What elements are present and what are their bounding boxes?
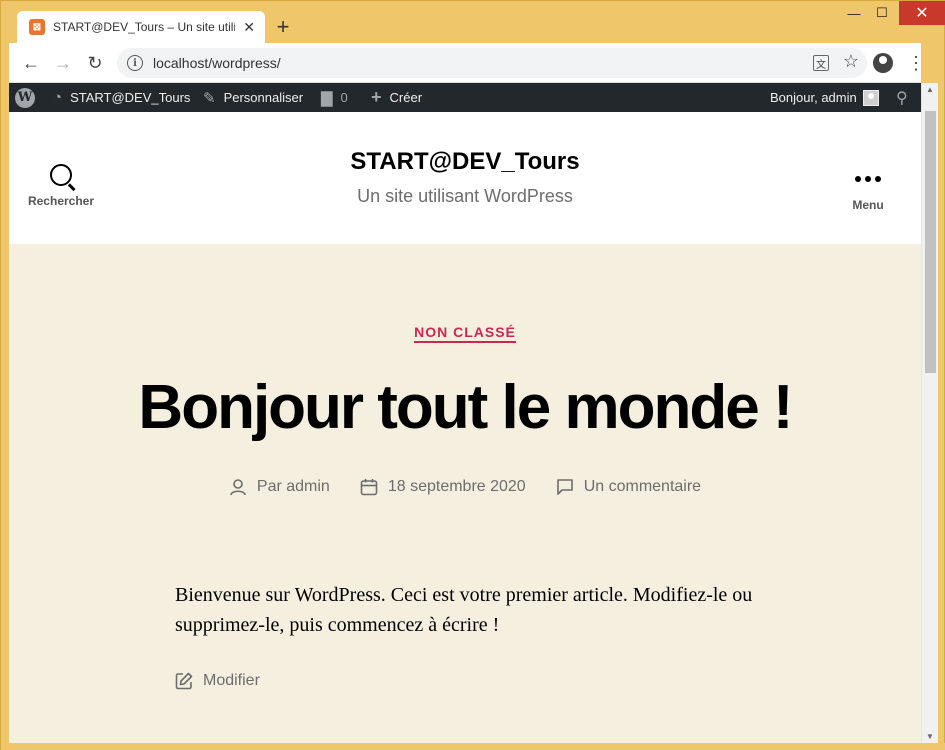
comment-icon (556, 479, 573, 495)
edit-post-link[interactable]: Modifier (175, 672, 260, 690)
tab-title: START@DEV_Tours – Un site utili (53, 20, 236, 34)
adminbar-comments-count: 0 (340, 90, 348, 105)
back-arrow-icon[interactable]: ← (19, 51, 43, 75)
menu-toggle-label: Menu (852, 198, 884, 212)
post-author[interactable]: Par admin (229, 478, 330, 496)
person-icon (230, 479, 246, 496)
window-bottom-border (1, 743, 945, 750)
wordpress-logo-icon[interactable]: W (15, 83, 35, 112)
window-maximize-button[interactable]: ☐ (867, 1, 897, 25)
browser-menu-icon[interactable]: ⋮ (904, 51, 928, 75)
post-comments-text: Un commentaire (583, 478, 702, 495)
category-link[interactable]: NON CLASSÉ (414, 324, 516, 343)
forward-arrow-icon[interactable]: → (51, 51, 75, 75)
adminbar-customize-link[interactable]: ✎ Personnaliser (203, 83, 303, 112)
post-author-text: Par admin (256, 478, 330, 495)
xampp-favicon-icon: ⊠ (29, 19, 45, 35)
adminbar-greeting: Bonjour, admin (770, 90, 857, 105)
tab-close-icon[interactable]: ✕ (243, 19, 255, 36)
adminbar-new-label: Créer (389, 90, 423, 105)
dashboard-icon: ◔ (53, 89, 63, 106)
post-excerpt: Bienvenue sur WordPress. Ceci est votre … (175, 584, 753, 636)
menu-toggle-button[interactable]: Menu (832, 168, 904, 212)
reload-icon[interactable]: ↻ (83, 51, 107, 75)
browser-toolbar: ← → ↻ i localhost/wordpress/ 文 ☆ ⋮ (9, 43, 925, 83)
profile-icon[interactable] (871, 51, 895, 75)
wp-admin-bar: W ◔ START@DEV_Tours ✎ Personnaliser ▇ 0 … (9, 83, 921, 112)
adminbar-site-name: START@DEV_Tours (70, 90, 191, 105)
site-info-icon[interactable]: i (127, 55, 143, 71)
site-description: Un site utilisant WordPress (357, 186, 573, 206)
window-close-button[interactable]: ✕ (899, 1, 945, 25)
browser-tab[interactable]: ⊠ START@DEV_Tours – Un site utili ✕ (17, 11, 265, 43)
address-bar[interactable]: i localhost/wordpress/ 文 ☆ (117, 48, 867, 78)
avatar (862, 89, 879, 106)
scrollbar-thumb[interactable] (925, 111, 936, 373)
site-title[interactable]: START@DEV_Tours (9, 148, 921, 176)
tab-strip: ⊠ START@DEV_Tours – Un site utili ✕ + (9, 9, 938, 43)
comment-bubble-icon: ▇ (321, 89, 333, 107)
adminbar-customize-label: Personnaliser (223, 90, 304, 105)
new-tab-button[interactable]: + (271, 14, 295, 39)
ellipsis-icon (832, 168, 904, 190)
adminbar-account-link[interactable]: Bonjour, admin (770, 83, 879, 112)
page-scrollbar[interactable]: ▲ ▼ (921, 83, 938, 743)
browser-window: ⊠ START@DEV_Tours – Un site utili ✕ + — … (0, 0, 945, 750)
plus-icon: + (371, 87, 382, 107)
adminbar-new-link[interactable]: + Créer (371, 83, 422, 112)
post-category: NON CLASSÉ (9, 324, 921, 343)
window-minimize-button[interactable]: — (839, 1, 869, 25)
scroll-down-icon[interactable]: ▼ (926, 732, 934, 741)
post-meta: Par admin 18 septembre 2020 Un commentai… (9, 478, 921, 496)
translate-icon[interactable]: 文 (813, 55, 829, 71)
url-text[interactable]: localhost/wordpress/ (153, 55, 281, 71)
post-title[interactable]: Bonjour tout le monde ! (9, 372, 921, 443)
adminbar-search-icon[interactable]: ⚲ (896, 83, 908, 112)
adminbar-comments-link[interactable]: ▇ 0 (321, 83, 348, 112)
post-content-area: NON CLASSÉ Bonjour tout le monde ! Par a… (9, 244, 921, 743)
edit-post-label: Modifier (203, 672, 260, 689)
post-comments[interactable]: Un commentaire (556, 478, 701, 496)
adminbar-site-link[interactable]: ◔ START@DEV_Tours (53, 83, 190, 112)
calendar-icon (360, 479, 378, 496)
edit-icon (175, 672, 193, 690)
bookmark-star-icon[interactable]: ☆ (843, 51, 859, 72)
scroll-up-icon[interactable]: ▲ (926, 85, 934, 94)
site-header: Rechercher START@DEV_Tours Un site utili… (9, 112, 921, 244)
post-date-text: 18 septembre 2020 (387, 478, 526, 495)
brush-icon: ✎ (203, 89, 216, 107)
post-date[interactable]: 18 septembre 2020 (360, 478, 526, 496)
